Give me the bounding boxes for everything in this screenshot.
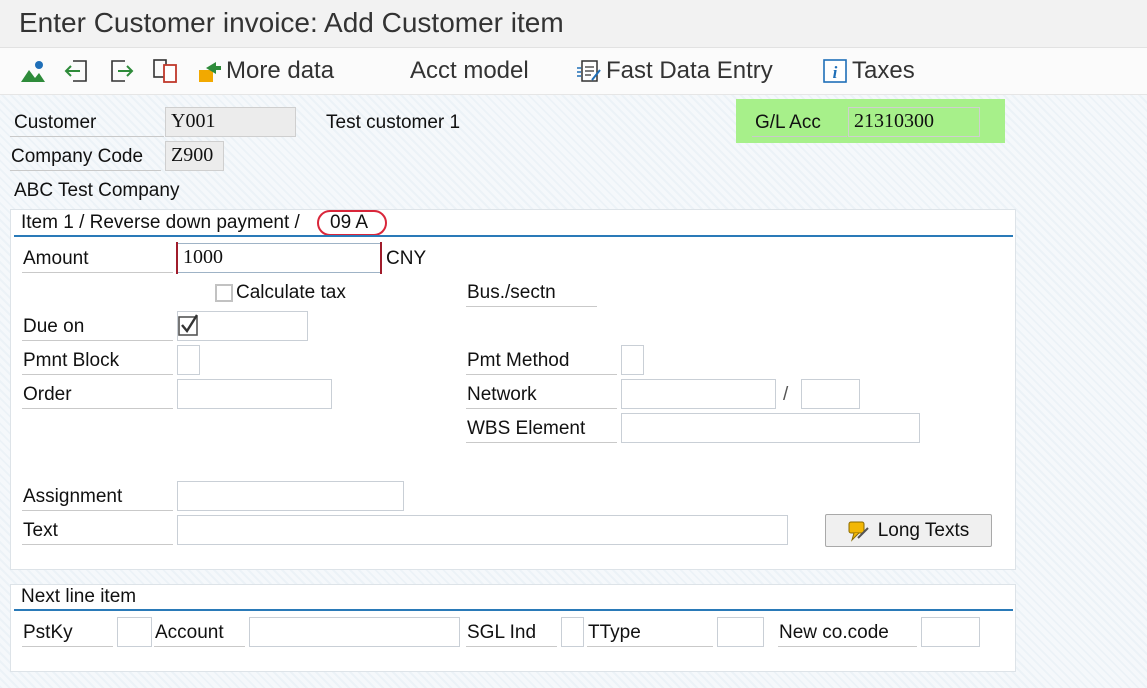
pstky-field[interactable]	[117, 617, 152, 647]
next-line-item-title: Next line item	[21, 586, 137, 607]
amount-field-focus-marker	[176, 242, 382, 274]
pmnt-block-label: Pmnt Block	[22, 348, 173, 375]
order-label: Order	[22, 382, 173, 409]
fast-data-entry-label: Fast Data Entry	[606, 57, 773, 84]
next-item-icon	[108, 58, 134, 84]
network-field[interactable]	[621, 379, 776, 409]
taxes-info-icon: i	[822, 58, 848, 84]
pmnt-block-field[interactable]	[177, 345, 200, 375]
wbs-element-label: WBS Element	[466, 416, 617, 443]
pmt-method-field[interactable]	[621, 345, 644, 375]
assignment-field[interactable]	[177, 481, 404, 511]
next-line-item-separator	[14, 609, 1013, 611]
account-field[interactable]	[249, 617, 460, 647]
customer-field[interactable]: Y001	[165, 107, 296, 137]
network-activity-field[interactable]	[801, 379, 860, 409]
due-on-label: Due on	[22, 314, 173, 341]
text-field[interactable]	[177, 515, 788, 545]
assignment-label: Assignment	[22, 484, 173, 511]
fast-data-entry-button[interactable]: Fast Data Entry	[576, 55, 773, 87]
sgl-ind-label: SGL Ind	[466, 620, 557, 647]
calendar-check-icon[interactable]	[178, 314, 202, 338]
text-label: Text	[22, 518, 173, 545]
customer-name: Test customer 1	[326, 112, 461, 133]
copy-button[interactable]	[152, 55, 182, 87]
order-field[interactable]	[177, 379, 332, 409]
network-separator: /	[783, 384, 789, 405]
posting-key-code: 09 A	[330, 212, 369, 233]
window-title: Enter Customer invoice: Add Customer ite…	[19, 7, 564, 38]
display-button[interactable]	[20, 55, 50, 87]
long-texts-button[interactable]: Long Texts	[825, 514, 992, 547]
network-label: Network	[466, 382, 617, 409]
acct-model-button[interactable]: Acct model	[410, 55, 529, 87]
wbs-element-field[interactable]	[621, 413, 920, 443]
long-texts-label: Long Texts	[877, 519, 970, 541]
previous-item-icon	[64, 58, 90, 84]
more-data-icon	[196, 58, 222, 84]
calculate-tax-checkbox[interactable]	[215, 284, 233, 302]
long-texts-icon	[848, 520, 870, 542]
next-item-button[interactable]	[108, 55, 138, 87]
taxes-label: Taxes	[852, 57, 915, 84]
company-name: ABC Test Company	[14, 180, 180, 201]
account-label: Account	[154, 620, 245, 647]
display-icon	[20, 58, 46, 84]
pstky-label: PstKy	[22, 620, 113, 647]
more-data-label: More data	[226, 57, 335, 84]
sgl-ind-field[interactable]	[561, 617, 584, 647]
bus-sectn-label: Bus./sectn	[466, 280, 597, 307]
previous-item-button[interactable]	[64, 55, 94, 87]
item-section-title-text: Item 1 / Reverse down payment /	[21, 212, 300, 233]
gl-acc-field[interactable]: 21310300	[848, 107, 980, 137]
fast-data-entry-icon	[576, 58, 602, 84]
new-cocode-field[interactable]	[921, 617, 980, 647]
more-data-button[interactable]: More data	[196, 55, 334, 87]
copy-icon	[152, 58, 178, 84]
pmt-method-label: Pmt Method	[466, 348, 617, 375]
ttype-field[interactable]	[717, 617, 764, 647]
ttype-label: TType	[587, 620, 713, 647]
amount-label: Amount	[22, 246, 173, 273]
company-code-field[interactable]: Z900	[165, 141, 224, 171]
new-cocode-label: New co.code	[778, 620, 917, 647]
item-section-title: Item 1 / Reverse down payment /	[21, 210, 300, 236]
currency-label: CNY	[386, 248, 427, 269]
company-code-label: Company Code	[10, 144, 161, 171]
acct-model-label: Acct model	[410, 57, 529, 84]
customer-label: Customer	[10, 110, 164, 137]
taxes-button[interactable]: i Taxes	[822, 55, 915, 87]
gl-acc-label: G/L Acc	[752, 110, 847, 137]
svg-text:i: i	[833, 63, 838, 82]
calculate-tax-label: Calculate tax	[236, 282, 346, 303]
item-panel-separator	[14, 235, 1013, 237]
